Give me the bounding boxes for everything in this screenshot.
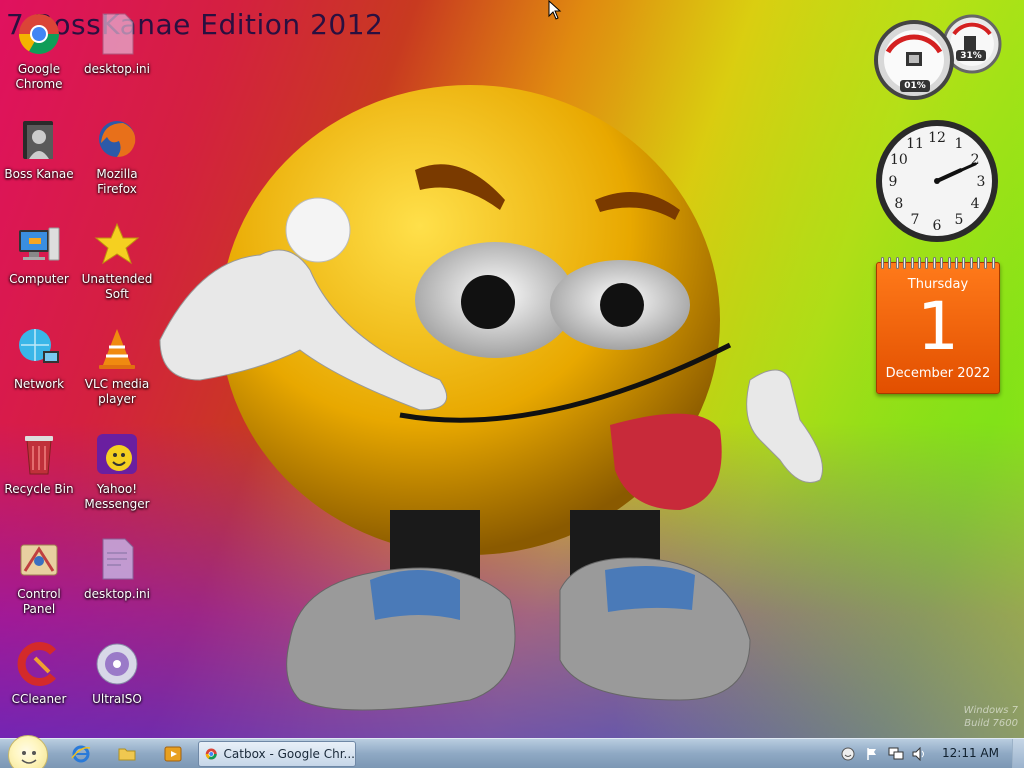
desktop-icon-ultraiso[interactable]: UltraISO <box>78 630 156 730</box>
taskbar-task-chrome[interactable]: Catbox - Google Chr... <box>198 741 356 767</box>
action-center-flag-icon[interactable] <box>864 746 880 762</box>
desktop-icon-desktop-ini[interactable]: desktop.ini <box>78 0 156 100</box>
clock-numeral: 10 <box>890 152 908 168</box>
smiley-wallpaper-art <box>159 85 823 711</box>
disc-icon <box>93 640 141 688</box>
desktop-icon-recycle-bin[interactable]: Recycle Bin <box>0 420 78 520</box>
taskbar-windows-explorer[interactable] <box>110 742 144 766</box>
recycle-bin-icon <box>15 430 63 478</box>
clock-numeral: 11 <box>906 136 924 152</box>
desktop-icon-label: desktop.ini <box>84 587 150 601</box>
clock-gadget[interactable]: 1 2 3 4 5 6 7 8 9 10 11 12 <box>874 118 1000 248</box>
memory-usage-label: 31% <box>960 51 982 61</box>
taskbar-clock[interactable]: 12:11 AM <box>942 746 999 760</box>
ccleaner-icon <box>15 640 63 688</box>
user-folder-icon <box>15 115 63 163</box>
taskbar-media-player[interactable] <box>156 742 190 766</box>
cpu-usage-label: 01% <box>904 81 926 91</box>
clock-numeral: 12 <box>928 130 946 146</box>
ini-file-icon <box>93 535 141 583</box>
control-panel-icon <box>15 535 63 583</box>
windows-watermark: Windows 7 Build 7600 <box>964 704 1018 730</box>
clock-numeral: 7 <box>911 212 920 228</box>
clock-numeral: 3 <box>977 174 986 190</box>
watermark-line-2: Build 7600 <box>964 718 1018 729</box>
analog-clock: 1234567891011 12 <box>876 120 998 242</box>
vlc-icon <box>93 325 141 373</box>
desktop-icon-label: Control Panel <box>17 587 61 616</box>
desktop-icon-control-panel[interactable]: Control Panel <box>0 525 78 625</box>
desktop-icon-google-chrome[interactable]: Google Chrome <box>0 0 78 100</box>
desktop-icon-label: Network <box>13 377 65 391</box>
desktop-icon-label: Computer <box>9 272 69 286</box>
show-desktop-button[interactable] <box>1012 739 1024 768</box>
clock-numeral: 4 <box>971 196 980 212</box>
volume-icon[interactable] <box>912 746 928 762</box>
computer-icon <box>15 220 63 268</box>
cpu-meter-gadget[interactable]: 01% 31% <box>874 8 1004 112</box>
desktop-icon-computer[interactable]: Computer <box>0 210 78 310</box>
desktop-icon-unattended-soft[interactable]: Unattended Soft <box>78 210 156 310</box>
internet-explorer-icon <box>71 745 91 763</box>
desktop-icon-label: UltraISO <box>92 692 142 706</box>
desktop-icon-boss-kanae[interactable]: Boss Kanae <box>0 105 78 205</box>
yahoo-messenger-icon <box>93 430 141 478</box>
calendar-month-year: December 2022 <box>885 366 991 381</box>
desktop-icon-label: Google Chrome <box>15 62 63 91</box>
network-tray-icon[interactable] <box>888 746 904 762</box>
desktop-icon-yahoo-messenger[interactable]: Yahoo! Messenger <box>78 420 156 520</box>
chrome-icon <box>205 748 217 760</box>
firefox-icon <box>93 115 141 163</box>
desktop-icon-label: desktop.ini <box>84 62 150 76</box>
network-icon <box>15 325 63 373</box>
clock-numeral: 6 <box>933 218 942 234</box>
taskbar: Catbox - Google Chr... 12:11 AM <box>0 735 1024 768</box>
chrome-icon <box>15 10 63 58</box>
system-tray <box>840 743 928 765</box>
desktop-icon-desktop-ini-2[interactable]: desktop.ini <box>78 525 156 625</box>
media-player-icon <box>164 746 182 762</box>
taskbar-task-label: Catbox - Google Chr... <box>223 747 355 761</box>
star-icon <box>93 220 141 268</box>
clock-numeral: 1 <box>955 136 964 152</box>
tray-smiley-icon[interactable] <box>840 746 856 762</box>
ini-file-icon <box>93 10 141 58</box>
desktop-icon-label: Unattended Soft <box>81 272 153 301</box>
desktop-icon-ccleaner[interactable]: CCleaner <box>0 630 78 730</box>
calendar-day: 1 <box>917 288 959 365</box>
clock-numeral: 9 <box>889 174 898 190</box>
watermark-line-1: Windows 7 <box>963 705 1018 716</box>
desktop-icon-vlc[interactable]: VLC media player <box>78 315 156 415</box>
desktop-icon-label: Recycle Bin <box>4 482 74 496</box>
desktop-icon-mozilla-firefox[interactable]: Mozilla Firefox <box>78 105 156 205</box>
clock-numeral: 5 <box>955 212 964 228</box>
clock-numeral: 8 <box>894 196 903 212</box>
folder-icon <box>118 748 136 761</box>
desktop-icon-label: VLC media player <box>84 377 150 406</box>
calendar-gadget[interactable]: Thursday 1 December 2022 <box>876 257 1000 394</box>
desktop-icon-label: Boss Kanae <box>4 167 74 181</box>
mouse-cursor-icon <box>548 0 562 20</box>
desktop-icon-network[interactable]: Network <box>0 315 78 415</box>
desktop-icon-label: CCleaner <box>11 692 67 706</box>
desktop-icon-label: Mozilla Firefox <box>96 167 138 196</box>
calendar-rings <box>881 257 995 269</box>
smiley-start-icon <box>21 751 37 764</box>
start-button[interactable] <box>8 735 48 768</box>
desktop-icon-label: Yahoo! Messenger <box>84 482 150 511</box>
taskbar-internet-explorer[interactable] <box>64 742 98 766</box>
